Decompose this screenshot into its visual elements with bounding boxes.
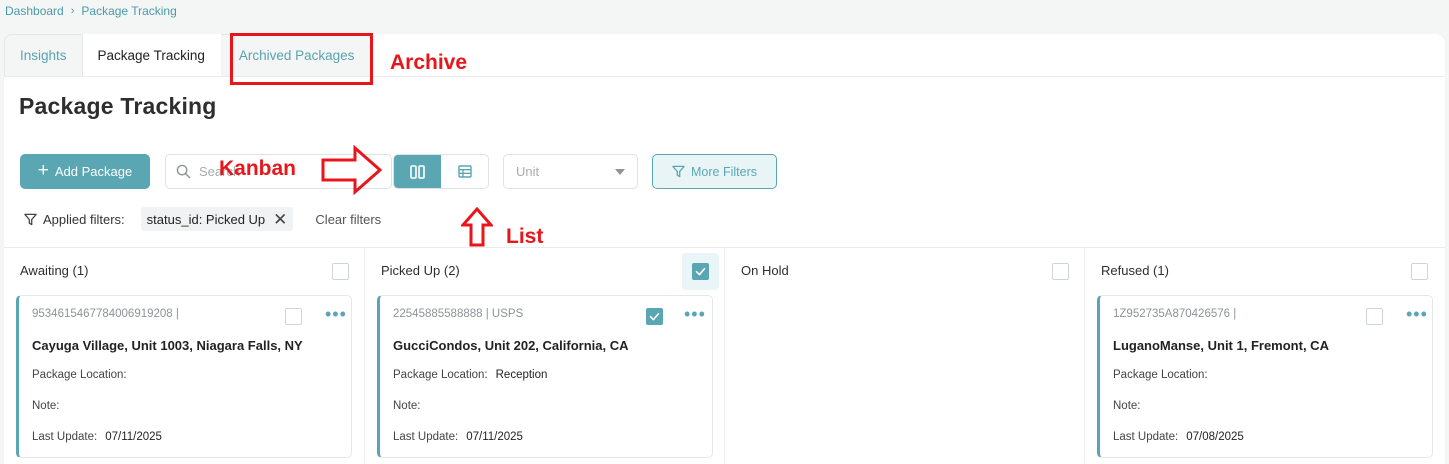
more-options-icon[interactable]: ••• [1406, 304, 1428, 325]
breadcrumb-separator: › [70, 5, 75, 17]
location-row: Package Location: [32, 369, 135, 381]
view-toggle [393, 154, 489, 189]
column-checkbox[interactable] [332, 263, 349, 280]
update-label: Last Update: [32, 431, 98, 443]
kanban-icon [410, 164, 425, 179]
update-label: Last Update: [1113, 431, 1179, 443]
tab-insights[interactable]: Insights [4, 34, 83, 76]
more-options-icon[interactable]: ••• [684, 304, 706, 325]
column-title: Awaiting (1) [20, 263, 89, 278]
tracking-code: 22545885588888 | USPS [393, 308, 524, 320]
add-package-label: Add Package [54, 164, 133, 179]
list-view-button[interactable] [441, 155, 488, 188]
unit-select-value: Unit [516, 164, 540, 179]
applied-filters-label-wrap: Applied filters: [24, 212, 125, 227]
check-icon [695, 267, 706, 276]
column-on-hold: On Hold [725, 247, 1081, 464]
column-refused: Refused (1) 1Z952735A870426576 | ••• Lug… [1085, 247, 1441, 464]
note-row: Note: [393, 400, 429, 412]
note-label: Note: [1113, 400, 1141, 412]
archive-highlight-box [230, 33, 373, 85]
applied-filters: Applied filters: status_id: Picked Up ✕ … [24, 207, 381, 231]
tab-package-tracking[interactable]: Package Tracking [82, 34, 221, 76]
column-checkbox[interactable] [1411, 263, 1428, 280]
close-icon[interactable]: ✕ [273, 211, 287, 228]
location-value: Reception [495, 369, 548, 381]
page: Dashboard › Package Tracking Insights Pa… [0, 0, 1449, 464]
card-checkbox[interactable] [1366, 308, 1383, 325]
column-checkbox[interactable] [692, 263, 709, 280]
plus-icon: + [37, 160, 49, 181]
column-title: Refused (1) [1101, 263, 1169, 278]
tabs-divider [4, 76, 1445, 77]
update-value: 07/11/2025 [466, 431, 523, 443]
package-card[interactable]: 1Z952735A870426576 | ••• LuganoManse, Un… [1097, 295, 1433, 458]
search-icon [176, 164, 191, 179]
column-picked-up: Picked Up (2) 22545885588888 | USPS ••• … [365, 247, 721, 464]
archive-annotation: Archive [390, 51, 468, 74]
update-row: Last Update: 07/08/2025 [1113, 431, 1244, 443]
breadcrumb-dashboard[interactable]: Dashboard [5, 4, 64, 18]
filter-icon [672, 165, 685, 178]
column-checkbox[interactable] [1052, 263, 1069, 280]
column-awaiting: Awaiting (1) 9534615467784006919208 | ••… [4, 247, 360, 464]
unit-select[interactable]: Unit [503, 154, 638, 189]
update-row: Last Update: 07/11/2025 [32, 431, 162, 443]
column-title: On Hold [741, 263, 789, 278]
package-card[interactable]: 22545885588888 | USPS ••• GucciCondos, U… [377, 295, 713, 458]
card-checkbox[interactable] [285, 308, 302, 325]
update-row: Last Update: 07/11/2025 [393, 431, 523, 443]
location-label: Package Location: [32, 369, 127, 381]
note-row: Note: [32, 400, 68, 412]
caret-down-icon [615, 168, 625, 175]
location-row: Package Location: Reception [393, 369, 547, 381]
kanban-view-button[interactable] [394, 155, 441, 188]
applied-filters-label: Applied filters: [43, 211, 125, 227]
page-title: Package Tracking [19, 93, 217, 119]
update-label: Last Update: [393, 431, 459, 443]
filter-chip: status_id: Picked Up ✕ [140, 207, 294, 231]
package-card[interactable]: 9534615467784006919208 | ••• Cayuga Vill… [16, 295, 352, 458]
more-options-icon[interactable]: ••• [325, 304, 347, 325]
tracking-code: 1Z952735A870426576 | [1113, 308, 1237, 320]
location-label: Package Location: [1113, 369, 1208, 381]
card-checkbox[interactable] [646, 308, 663, 325]
check-icon [649, 312, 660, 321]
breadcrumb: Dashboard › Package Tracking [5, 4, 177, 18]
filter-icon [24, 213, 37, 225]
table-icon [457, 165, 472, 178]
kanban-annotation: Kanban [219, 157, 297, 180]
up-arrow-icon [461, 207, 493, 247]
more-filters-label: More Filters [691, 164, 757, 179]
update-value: 07/11/2025 [105, 431, 162, 443]
right-arrow-icon [321, 145, 383, 195]
note-label: Note: [32, 400, 60, 412]
column-title: Picked Up (2) [381, 263, 460, 278]
list-annotation: List [506, 225, 544, 248]
card-address: LuganoManse, Unit 1, Fremont, CA [1113, 338, 1329, 353]
tracking-code: 9534615467784006919208 | [32, 308, 179, 320]
filter-chip-label: status_id: Picked Up [146, 211, 266, 227]
add-package-button[interactable]: + Add Package [20, 154, 150, 189]
more-filters-button[interactable]: More Filters [652, 154, 777, 189]
update-value: 07/08/2025 [1186, 431, 1244, 443]
card-address: Cayuga Village, Unit 1003, Niagara Falls… [32, 338, 303, 353]
card-address: GucciCondos, Unit 202, California, CA [393, 338, 629, 353]
location-label: Package Location: [393, 369, 488, 381]
clear-filters-link[interactable]: Clear filters [315, 212, 381, 227]
breadcrumb-current[interactable]: Package Tracking [81, 4, 176, 18]
note-label: Note: [393, 400, 421, 412]
note-row: Note: [1113, 400, 1149, 412]
location-row: Package Location: [1113, 369, 1216, 381]
